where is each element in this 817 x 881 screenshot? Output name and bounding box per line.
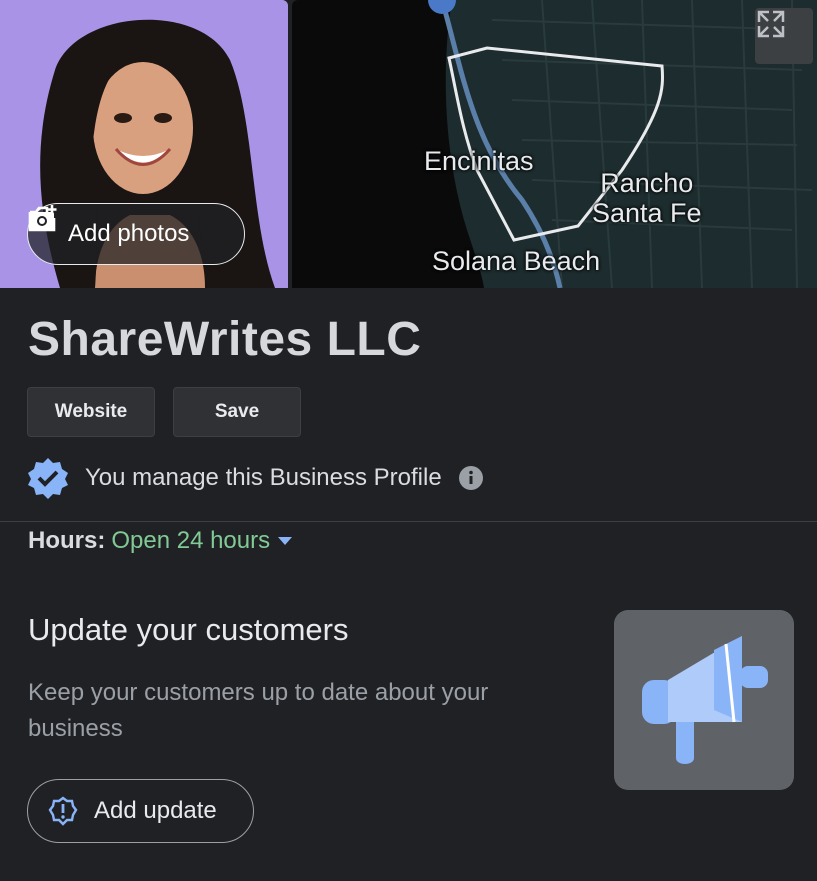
info-icon[interactable] [458, 466, 483, 490]
hours-value[interactable]: Open 24 hours [111, 527, 270, 555]
website-button[interactable]: Website [27, 387, 155, 437]
caret-down-icon[interactable] [278, 537, 293, 545]
divider [0, 521, 817, 522]
business-name: ShareWrites LLC [28, 313, 422, 366]
megaphone-icon [614, 636, 794, 794]
add-update-button[interactable]: Add update [27, 779, 254, 843]
add-photos-label: Add photos [68, 220, 190, 247]
verified-badge-icon [27, 457, 69, 499]
expand-map-button[interactable] [755, 8, 813, 64]
update-customers-description: Keep your customers up to date about you… [28, 679, 489, 742]
update-customers-title: Update your customers [28, 612, 349, 647]
header-media: Add photos Encinitas Rancho Santa Fe Sol… [0, 0, 817, 288]
hours-row: Hours: Open 24 hours [28, 527, 293, 555]
manage-profile-text: You manage this Business Profile [85, 464, 442, 491]
add-photos-button[interactable]: Add photos [27, 203, 245, 265]
hours-label: Hours: [28, 527, 106, 554]
map-label-encinitas: Encinitas [424, 146, 534, 176]
business-photo[interactable]: Add photos [0, 0, 288, 288]
add-update-label: Add update [94, 797, 217, 824]
alert-badge-icon [48, 796, 78, 826]
megaphone-illustration [614, 610, 794, 790]
map-label-solana-beach: Solana Beach [432, 246, 601, 276]
map-label-rancho-santa-fe: Rancho Santa Fe [592, 168, 702, 228]
map-preview[interactable]: Encinitas Rancho Santa Fe Solana Beach [292, 0, 817, 288]
manage-profile-row: You manage this Business Profile [27, 457, 483, 499]
map-canvas [292, 0, 817, 288]
save-button[interactable]: Save [173, 387, 301, 437]
